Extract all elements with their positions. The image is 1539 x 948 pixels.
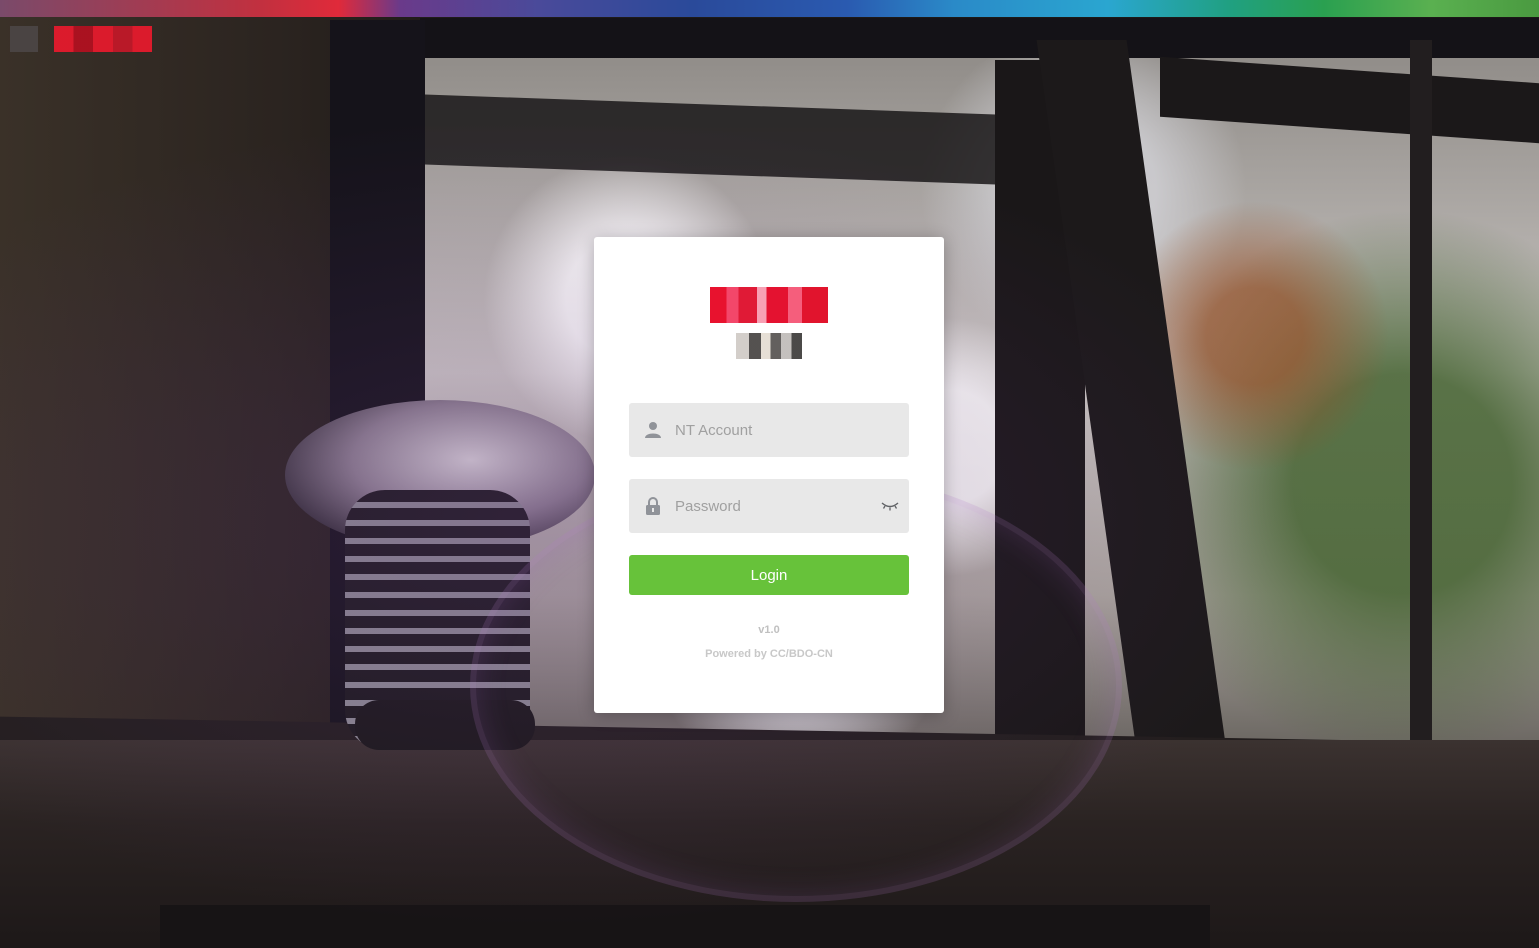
user-icon	[645, 421, 661, 439]
brand-logo	[710, 287, 828, 323]
login-card: Login v1.0 Powered by CC/BDO-CN	[594, 237, 944, 713]
password-field[interactable]	[629, 479, 909, 533]
nt-account-input[interactable]	[675, 403, 875, 457]
brand-color-strip	[0, 0, 1539, 17]
login-page: Login v1.0 Powered by CC/BDO-CN	[0, 0, 1539, 948]
username-field[interactable]	[629, 403, 909, 457]
lock-icon	[645, 497, 661, 515]
eye-closed-icon[interactable]	[881, 498, 899, 514]
powered-by-label: Powered by CC/BDO-CN	[705, 648, 833, 660]
login-button[interactable]: Login	[629, 555, 909, 595]
corner-logo	[54, 26, 152, 52]
corner-mark	[10, 26, 38, 52]
brand-subtitle-mark	[736, 333, 802, 359]
version-label: v1.0	[758, 624, 780, 636]
password-input[interactable]	[675, 479, 875, 533]
